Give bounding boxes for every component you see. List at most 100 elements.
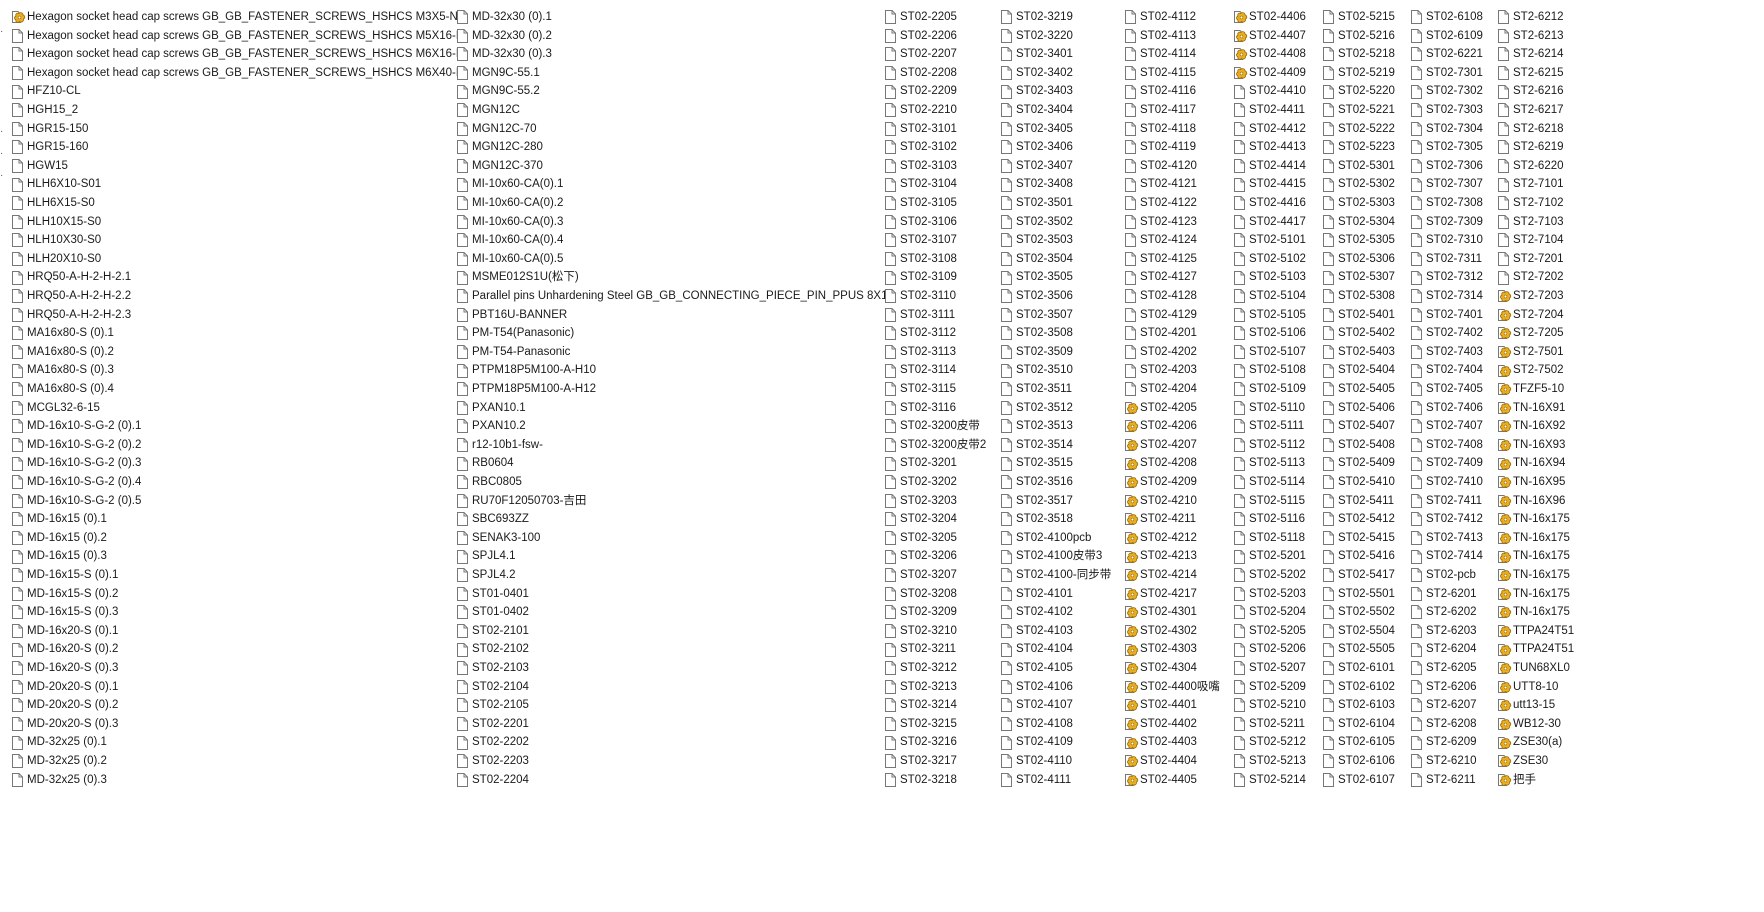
file-item[interactable]: ST2-6204 <box>1411 640 1495 659</box>
file-item[interactable]: ST02-2104 <box>457 678 882 697</box>
file-item[interactable]: ST02-5417 <box>1323 566 1408 585</box>
file-item[interactable]: ST02-3218 <box>885 771 997 790</box>
file-item[interactable]: ST02-5302 <box>1323 175 1408 194</box>
file-item[interactable]: ST02-4120 <box>1125 157 1230 176</box>
file-item[interactable]: ST02-4406 <box>1234 8 1319 27</box>
file-item[interactable]: TN-16x175 <box>1498 529 1570 548</box>
file-item[interactable]: ST02-7413 <box>1411 529 1495 548</box>
file-item[interactable]: ST02-4401 <box>1125 696 1230 715</box>
file-item[interactable]: ST2-6207 <box>1411 696 1495 715</box>
file-item[interactable]: ST2-6220 <box>1498 157 1570 176</box>
file-item[interactable]: ST02-5504 <box>1323 622 1408 641</box>
file-item[interactable]: ST02-3204 <box>885 510 997 529</box>
file-item[interactable]: MD-20x20-S (0).1 <box>12 678 452 697</box>
file-item[interactable]: MD-16x15-S (0).2 <box>12 585 452 604</box>
file-item[interactable]: RU70F12050703-吉田 <box>457 492 882 511</box>
file-item[interactable]: ST02-2203 <box>457 752 882 771</box>
file-item[interactable]: ST02-5108 <box>1234 361 1319 380</box>
file-item[interactable]: ST02-2207 <box>885 45 997 64</box>
file-item[interactable]: MD-16x15 (0).3 <box>12 547 452 566</box>
file-item[interactable]: ST02-7304 <box>1411 120 1495 139</box>
file-item[interactable]: Parallel pins Unhardening Steel GB_GB_CO… <box>457 287 894 306</box>
file-item[interactable]: ST2-6214 <box>1498 45 1570 64</box>
file-item[interactable]: ST02-4209 <box>1125 473 1230 492</box>
file-item[interactable]: Hexagon socket head cap screws GB_GB_FAS… <box>12 45 464 64</box>
file-item[interactable]: MD-16x10-S-G-2 (0).2 <box>12 436 452 455</box>
file-item[interactable]: ST02-4400吸嘴 <box>1125 678 1230 697</box>
file-item[interactable]: ST2-6206 <box>1411 678 1495 697</box>
file-item[interactable]: ST02-3207 <box>885 566 997 585</box>
file-item[interactable]: ST02-4403 <box>1125 733 1230 752</box>
file-item[interactable]: MI-10x60-CA(0).2 <box>457 194 882 213</box>
file-item[interactable]: ST02-4207 <box>1125 436 1230 455</box>
file-item[interactable]: ST02-5402 <box>1323 324 1408 343</box>
file-item[interactable]: ST02-4100pcb <box>1001 529 1121 548</box>
file-item[interactable]: ST02-4201 <box>1125 324 1230 343</box>
file-item[interactable]: ST02-5203 <box>1234 585 1319 604</box>
file-item[interactable]: ST2-7205 <box>1498 324 1570 343</box>
file-item[interactable]: ST02-3110 <box>885 287 997 306</box>
file-item[interactable]: ST02-4414 <box>1234 157 1319 176</box>
file-item[interactable]: ST02-3517 <box>1001 492 1121 511</box>
file-item[interactable]: ST02-4124 <box>1125 231 1230 250</box>
file-item[interactable]: ST02-3113 <box>885 343 997 362</box>
file-item[interactable]: ST2-7502 <box>1498 361 1570 380</box>
file-item[interactable]: ST02-5505 <box>1323 640 1408 659</box>
file-item[interactable]: ST02-3513 <box>1001 417 1121 436</box>
file-item[interactable]: ST02-3116 <box>885 399 997 418</box>
file-item[interactable]: ST02-4417 <box>1234 213 1319 232</box>
file-item[interactable]: ST02-5210 <box>1234 696 1319 715</box>
file-list-view[interactable]: Hexagon socket head cap screws GB_GB_FAS… <box>0 8 1764 904</box>
file-item[interactable]: TN-16x175 <box>1498 510 1570 529</box>
file-item[interactable]: ST02-3509 <box>1001 343 1121 362</box>
file-item[interactable]: ST02-5411 <box>1323 492 1408 511</box>
file-item[interactable]: ST02-2102 <box>457 640 882 659</box>
file-item[interactable]: ST02-4301 <box>1125 603 1230 622</box>
file-item[interactable]: ST02-4113 <box>1125 27 1230 46</box>
file-item[interactable]: ST02-5109 <box>1234 380 1319 399</box>
file-item[interactable]: ST2-7101 <box>1498 175 1570 194</box>
file-item[interactable]: ST02-7404 <box>1411 361 1495 380</box>
file-item[interactable]: MD-16x20-S (0).1 <box>12 622 452 641</box>
file-item[interactable]: ST02-3215 <box>885 715 997 734</box>
file-item[interactable]: TFZF5-10 <box>1498 380 1570 399</box>
file-item[interactable]: ST02-5103 <box>1234 268 1319 287</box>
file-item[interactable]: ST02-4110 <box>1001 752 1121 771</box>
file-item[interactable]: ST02-5305 <box>1323 231 1408 250</box>
file-item[interactable]: ST02-3211 <box>885 640 997 659</box>
file-item[interactable]: TUN68XL0 <box>1498 659 1570 678</box>
file-item[interactable]: ST02-3217 <box>885 752 997 771</box>
file-item[interactable]: HGR15-150 <box>12 120 452 139</box>
file-item[interactable]: MCGL32-6-15 <box>12 399 452 418</box>
file-item[interactable]: TTPA24T51 <box>1498 640 1574 659</box>
file-item[interactable]: ST02-3202 <box>885 473 997 492</box>
file-item[interactable]: TN-16X92 <box>1498 417 1570 436</box>
file-item[interactable]: ST02-4118 <box>1125 120 1230 139</box>
file-item[interactable]: HLH10X30-S0 <box>12 231 452 250</box>
file-item[interactable]: ST02-3109 <box>885 268 997 287</box>
file-item[interactable]: ST02-4109 <box>1001 733 1121 752</box>
file-item[interactable]: ST02-7406 <box>1411 399 1495 418</box>
file-item[interactable]: ST02-5215 <box>1323 8 1408 27</box>
file-item[interactable]: ST02-3505 <box>1001 268 1121 287</box>
file-item[interactable]: ST2-6203 <box>1411 622 1495 641</box>
file-item[interactable]: ST02-3213 <box>885 678 997 697</box>
file-item[interactable]: ST02-4205 <box>1125 399 1230 418</box>
file-item[interactable]: ST02-5107 <box>1234 343 1319 362</box>
file-item[interactable]: MD-16x20-S (0).3 <box>12 659 452 678</box>
file-item[interactable]: MD-16x10-S-G-2 (0).1 <box>12 417 452 436</box>
file-item[interactable]: ST2-6201 <box>1411 585 1495 604</box>
file-item[interactable]: ST2-6218 <box>1498 120 1570 139</box>
file-item[interactable]: ST02-4111 <box>1001 771 1121 790</box>
file-item[interactable]: ST02-4302 <box>1125 622 1230 641</box>
file-item[interactable]: ST2-7202 <box>1498 268 1570 287</box>
file-item[interactable]: PXAN10.1 <box>457 399 882 418</box>
file-item[interactable]: ST2-6215 <box>1498 64 1570 83</box>
file-item[interactable]: ST02-3210 <box>885 622 997 641</box>
file-item[interactable]: ST2-7501 <box>1498 343 1570 362</box>
file-item[interactable]: ST02-3511 <box>1001 380 1121 399</box>
file-item[interactable]: ST02-4125 <box>1125 250 1230 269</box>
file-item[interactable]: ST02-4411 <box>1234 101 1319 120</box>
file-item[interactable]: TN-16X93 <box>1498 436 1570 455</box>
file-item[interactable]: ST02-5201 <box>1234 547 1319 566</box>
